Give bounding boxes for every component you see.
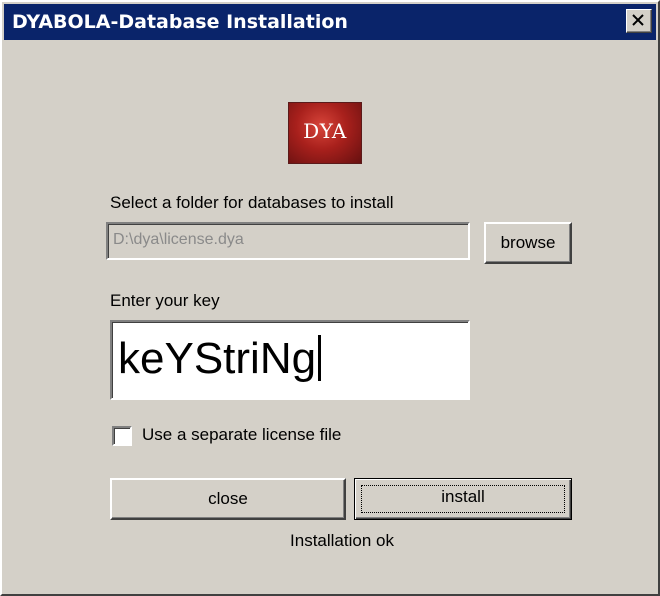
separate-license-checkbox[interactable] — [112, 426, 132, 446]
key-input[interactable]: keYStriNg — [110, 320, 470, 400]
key-label: Enter your key — [110, 291, 220, 310]
install-button[interactable]: install — [354, 478, 572, 520]
key-value: keYStriNg — [118, 334, 317, 383]
folder-path-value: D:\dya\license.dya — [113, 231, 244, 248]
logo-text: DYA — [303, 119, 347, 143]
separate-license-label[interactable]: Use a separate license file — [142, 424, 341, 446]
browse-button[interactable]: browse — [484, 222, 572, 264]
installer-dialog: DYABOLA-Database Installation DYA Select… — [0, 0, 660, 596]
status-message: Installation ok — [290, 531, 394, 550]
text-caret — [318, 335, 322, 381]
close-icon — [632, 14, 644, 26]
window-close-button[interactable] — [626, 9, 652, 33]
folder-path-field[interactable]: D:\dya\license.dya — [106, 222, 470, 260]
key-input-wrapper: keYStriNg — [118, 332, 322, 386]
close-button[interactable]: close — [110, 478, 346, 520]
window-title: DYABOLA-Database Installation — [12, 11, 348, 33]
title-bar[interactable]: DYABOLA-Database Installation — [4, 4, 656, 40]
dya-logo: DYA — [288, 102, 362, 164]
install-button-label: install — [441, 487, 485, 506]
folder-label: Select a folder for databases to install — [110, 193, 394, 212]
